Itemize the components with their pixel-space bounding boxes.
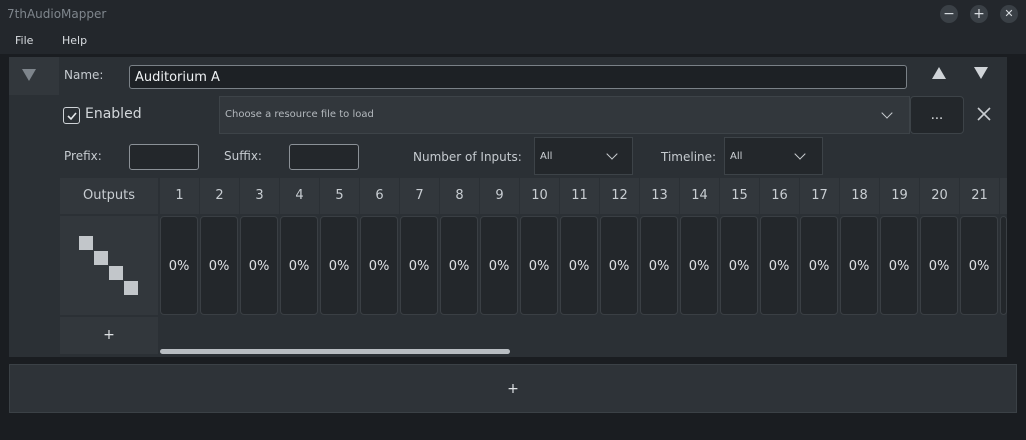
maximize-button[interactable]: +: [970, 5, 988, 23]
input-column-header: 16: [760, 178, 799, 214]
name-label: Name:: [64, 68, 104, 82]
gain-cell[interactable]: 0%: [600, 216, 638, 315]
enabled-label: Enabled: [85, 106, 142, 122]
gain-cell[interactable]: 0%: [240, 216, 278, 315]
chevron-down-icon: [794, 148, 806, 160]
move-up-icon[interactable]: [932, 67, 946, 79]
chevron-down-icon: [881, 107, 893, 119]
gain-cell[interactable]: 0%: [160, 216, 198, 315]
number-of-inputs-value: All: [540, 151, 553, 162]
gain-cell[interactable]: 0%: [360, 216, 398, 315]
input-column-header: 2: [200, 178, 239, 214]
input-column-header: 18: [840, 178, 879, 214]
menu-bar: File Help: [0, 30, 1026, 54]
input-column-header: 13: [640, 178, 679, 214]
menu-file[interactable]: File: [15, 34, 33, 47]
title-bar: 7thAudioMapper − + ✕: [0, 0, 1026, 30]
input-column-header: 19: [880, 178, 919, 214]
gain-cell[interactable]: 0%: [560, 216, 598, 315]
input-column-header: 6: [360, 178, 399, 214]
enabled-checkbox[interactable]: [63, 107, 80, 124]
check-icon: [67, 112, 77, 121]
gain-cell-partial: [1000, 216, 1007, 315]
gain-cell[interactable]: 0%: [440, 216, 478, 315]
gain-cell[interactable]: 0%: [520, 216, 558, 315]
suffix-label: Suffix:: [224, 149, 262, 163]
gain-cell[interactable]: 0%: [480, 216, 518, 315]
gain-cell[interactable]: 0%: [800, 216, 838, 315]
gain-cell[interactable]: 0%: [840, 216, 878, 315]
move-down-icon[interactable]: [974, 67, 988, 79]
outputs-header: Outputs: [60, 178, 158, 214]
timeline-label: Timeline:: [661, 150, 717, 164]
gain-cell[interactable]: 0%: [680, 216, 718, 315]
prefix-input[interactable]: [129, 144, 199, 170]
input-column-header: 11: [560, 178, 599, 214]
input-column-header: 1: [160, 178, 199, 214]
input-column-header: 10: [520, 178, 559, 214]
gain-cell[interactable]: 0%: [960, 216, 998, 315]
chevron-down-icon: [606, 148, 618, 160]
gain-cell[interactable]: 0%: [320, 216, 358, 315]
triangle-down-icon: [22, 69, 36, 81]
input-column-header: 17: [800, 178, 839, 214]
gain-cell[interactable]: 0%: [400, 216, 438, 315]
input-column-header: 8: [440, 178, 479, 214]
collapse-toggle[interactable]: [9, 57, 59, 95]
resource-placeholder: Choose a resource file to load: [225, 109, 374, 120]
name-input[interactable]: [129, 65, 907, 89]
browse-button[interactable]: ...: [910, 96, 964, 134]
gain-cell[interactable]: 0%: [720, 216, 758, 315]
add-mapping-button[interactable]: +: [9, 364, 1017, 413]
input-column-header: 14: [680, 178, 719, 214]
horizontal-scrollbar-thumb[interactable]: [160, 349, 510, 354]
number-of-inputs-select[interactable]: All: [534, 137, 633, 175]
app-title: 7thAudioMapper: [7, 7, 107, 21]
input-column-header: 3: [240, 178, 279, 214]
number-of-inputs-label: Number of Inputs:: [413, 150, 522, 164]
suffix-input[interactable]: [289, 144, 359, 170]
input-column-header-partial: [1000, 178, 1007, 214]
timeline-select[interactable]: All: [724, 137, 823, 175]
remove-mapping-icon[interactable]: [976, 106, 992, 122]
minimize-button[interactable]: −: [940, 5, 958, 23]
input-column-header: 5: [320, 178, 359, 214]
diagonal-matrix-icon: [79, 236, 93, 250]
close-window-button[interactable]: ✕: [1000, 5, 1018, 23]
add-output-button[interactable]: +: [60, 317, 158, 354]
input-column-header: 12: [600, 178, 639, 214]
prefix-label: Prefix:: [64, 149, 102, 163]
input-column-header: 9: [480, 178, 519, 214]
input-column-header: 4: [280, 178, 319, 214]
gain-cell[interactable]: 0%: [280, 216, 318, 315]
gain-cell[interactable]: 0%: [640, 216, 678, 315]
input-column-header: 7: [400, 178, 439, 214]
gain-cell[interactable]: 0%: [200, 216, 238, 315]
gain-cell[interactable]: 0%: [920, 216, 958, 315]
menu-help[interactable]: Help: [62, 34, 87, 47]
output-row-header[interactable]: [60, 216, 158, 315]
gain-cell[interactable]: 0%: [760, 216, 798, 315]
gain-cell[interactable]: 0%: [880, 216, 918, 315]
timeline-value: All: [730, 151, 743, 162]
input-column-header: 15: [720, 178, 759, 214]
resource-file-select[interactable]: Choose a resource file to load: [219, 96, 910, 134]
input-column-header: 21: [960, 178, 999, 214]
input-column-header: 20: [920, 178, 959, 214]
